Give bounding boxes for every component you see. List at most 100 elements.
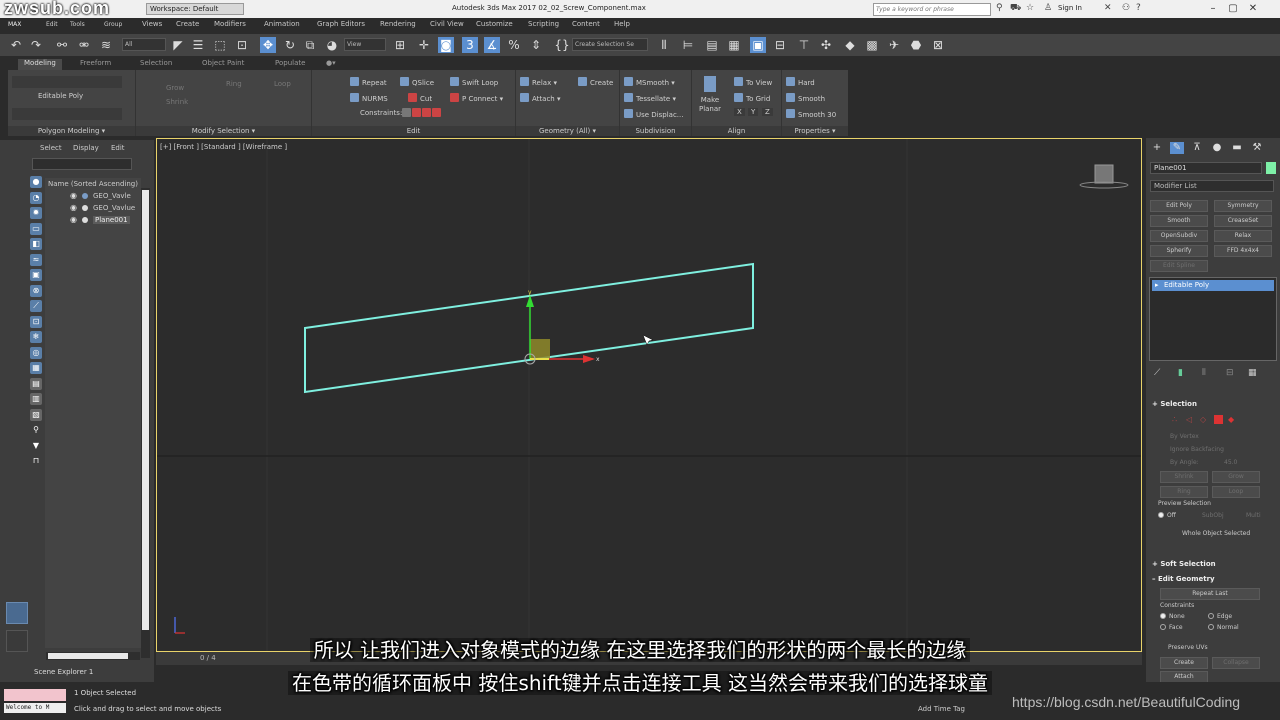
welcome-message[interactable]: Welcome to M	[4, 703, 66, 713]
select-move-icon[interactable]: ✥	[260, 37, 276, 53]
display-none-icon[interactable]: ▤	[30, 377, 42, 390]
percent-snap-icon[interactable]: %	[506, 37, 522, 53]
create-button[interactable]: Create	[578, 77, 613, 87]
viewport-label[interactable]: [+] [Front ] [Standard ] [Wireframe ]	[160, 143, 287, 151]
reference-coordinate-system[interactable]: View	[344, 38, 386, 51]
tab-object-paint[interactable]: Object Paint	[202, 59, 244, 70]
create-tab-icon[interactable]: +	[1150, 142, 1164, 154]
constraint-normal-radio[interactable]: Normal	[1208, 624, 1239, 631]
snaps-toggle-icon[interactable]: 3	[462, 37, 478, 53]
constraint-face-radio[interactable]: Face	[1160, 624, 1183, 631]
spinner-snap-icon[interactable]: ⇕	[528, 37, 544, 53]
lock-icon[interactable]: ⊓	[30, 455, 42, 467]
qslice-button[interactable]: QSlice	[400, 77, 434, 87]
modify-selection-label[interactable]: Modify Selection ▾	[136, 126, 311, 136]
mirror-icon[interactable]: ⫴	[656, 37, 672, 53]
object-name-field[interactable]: Plane001	[1150, 162, 1262, 174]
menu-group[interactable]: Group	[104, 21, 122, 28]
preview-off-radio[interactable]: Off	[1158, 512, 1176, 519]
preview-subobj-radio[interactable]: SubObj	[1202, 512, 1224, 519]
repeat-last-button[interactable]: Repeat Last	[1160, 588, 1260, 600]
modeling-tools-row[interactable]	[12, 108, 122, 120]
swift-loop-button[interactable]: Swift Loop	[450, 77, 498, 87]
border-level-icon[interactable]: ◇	[1200, 415, 1206, 424]
list-header[interactable]: Name (Sorted Ascending)	[45, 178, 141, 190]
remove-modifier-icon[interactable]: ⊟	[1226, 368, 1234, 378]
bind-spacewarp-icon[interactable]: ≋	[98, 37, 114, 53]
smooth-30-button[interactable]: Smooth 30	[786, 109, 836, 119]
properties-label[interactable]: Properties ▾	[782, 126, 848, 136]
to-grid-button[interactable]: To Grid	[734, 93, 770, 103]
relax-button[interactable]: Relax ▾	[520, 77, 557, 87]
render-production-icon[interactable]: ⬣	[908, 37, 924, 53]
list-item[interactable]: ◉ GEO_Vavlue	[45, 202, 141, 214]
motion-tab-icon[interactable]: ●	[1210, 142, 1224, 154]
filter-geometry-icon[interactable]: ●	[30, 176, 42, 188]
ribbon-options-icon[interactable]: ●▾	[326, 59, 336, 70]
shrink-button[interactable]: Shrink	[166, 98, 188, 106]
constraint-none-radio[interactable]: None	[1160, 613, 1185, 620]
display-tab-icon[interactable]: ▬	[1230, 142, 1244, 154]
manipulate-icon[interactable]: ✛	[416, 37, 432, 53]
explorer-toggle-icon[interactable]	[6, 602, 28, 624]
visibility-eye-icon[interactable]: ◉	[70, 203, 77, 212]
by-angle-checkbox[interactable]: By Angle:	[1170, 459, 1199, 466]
place-icon[interactable]: ◕	[324, 37, 340, 53]
select-scale-icon[interactable]: ⧉	[302, 37, 318, 53]
user-icon[interactable]: ♙	[1044, 3, 1052, 13]
workspace-selector[interactable]: Workspace: Default	[146, 3, 244, 15]
select-by-name-icon[interactable]: ☰	[190, 37, 206, 53]
smooth-button[interactable]: Smooth	[786, 93, 825, 103]
toggle-ribbon-icon[interactable]: ▣	[750, 37, 766, 53]
angle-value-field[interactable]: 45.0	[1224, 459, 1237, 466]
menu-graph-editors[interactable]: Graph Editors	[317, 20, 365, 28]
filter-cameras-icon[interactable]: ▭	[30, 222, 42, 235]
window-crossing-icon[interactable]: ⊡	[234, 37, 250, 53]
rect-selection-icon[interactable]: ⬚	[212, 37, 228, 53]
pin-stack-icon[interactable]: ⟋	[1154, 368, 1160, 378]
msmooth-button[interactable]: MSmooth ▾	[624, 77, 675, 87]
menu-scripting[interactable]: Scripting	[528, 20, 559, 28]
menu-content[interactable]: Content	[572, 20, 600, 28]
creaseset-button[interactable]: CreaseSet	[1214, 215, 1272, 227]
keyboard-shortcut-icon[interactable]: ◙	[438, 37, 454, 53]
render-setup-icon[interactable]: ◆	[842, 37, 858, 53]
p-connect-button[interactable]: P Connect ▾	[450, 93, 503, 103]
explorer-search-input[interactable]	[32, 158, 132, 170]
align-y-button[interactable]: Y	[748, 108, 759, 116]
ring-selection-button[interactable]: Ring	[1160, 486, 1208, 498]
ring-button[interactable]: Ring	[226, 80, 242, 88]
ffd-button[interactable]: FFD 4x4x4	[1214, 245, 1272, 257]
filter-groups-icon[interactable]: ▣	[30, 269, 42, 281]
grow-button[interactable]: Grow	[166, 84, 184, 92]
filter-hidden-icon[interactable]: ◎	[30, 346, 42, 359]
filter-spacewarps-icon[interactable]: ≈	[30, 253, 42, 266]
explorer-menu-display[interactable]: Display	[73, 144, 99, 152]
make-planar-icon[interactable]	[704, 76, 716, 92]
filter-xrefs-icon[interactable]: ⊗	[30, 284, 42, 297]
schematic-view-icon[interactable]: ⊤	[796, 37, 812, 53]
relax-modifier-button[interactable]: Relax	[1214, 230, 1272, 242]
front-viewport[interactable]: y x [+] [Front ] [Standard ] [Wireframe …	[156, 138, 1142, 652]
visibility-eye-icon[interactable]: ◉	[70, 215, 77, 224]
filter-helpers-icon[interactable]: ◧	[30, 238, 42, 250]
exchange-icon[interactable]: ✕	[1104, 3, 1112, 13]
edit-poly-button[interactable]: Edit Poly	[1150, 200, 1208, 212]
viewport-canvas[interactable]: y x	[157, 139, 1141, 651]
element-level-icon[interactable]: ◆	[1228, 415, 1234, 424]
polygon-modeling-label[interactable]: Polygon Modeling ▾	[8, 126, 135, 136]
hierarchy-tab-icon[interactable]: ⊼	[1190, 142, 1204, 154]
layer-explorer-icon[interactable]: ▤	[704, 37, 720, 53]
utilities-tab-icon[interactable]: ⚒	[1250, 142, 1264, 154]
menu-customize[interactable]: Customize	[476, 20, 513, 28]
edit-spline-button[interactable]: Edit Spline	[1150, 260, 1208, 272]
filter-funnel-icon[interactable]: ▼	[30, 440, 42, 452]
sign-in-link[interactable]: Sign In	[1058, 4, 1082, 12]
render-icon[interactable]: ✈	[886, 37, 902, 53]
modify-tab-icon[interactable]: ✎	[1170, 142, 1184, 154]
maximize-button[interactable]: ▢	[1226, 2, 1240, 16]
shrink-selection-button[interactable]: Shrink	[1160, 471, 1208, 483]
minimize-button[interactable]: –	[1206, 2, 1220, 16]
loop-selection-button[interactable]: Loop	[1212, 486, 1260, 498]
nurms-button[interactable]: NURMS	[350, 93, 388, 103]
